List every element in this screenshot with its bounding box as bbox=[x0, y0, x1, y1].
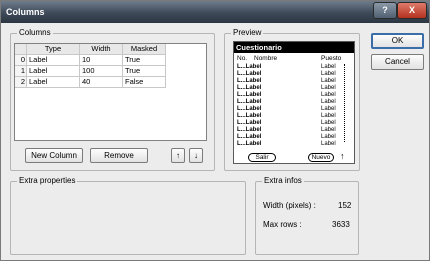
row-index: 0 bbox=[15, 55, 27, 66]
cancel-button[interactable]: Cancel bbox=[371, 54, 424, 70]
preview-row: L...Label Label bbox=[234, 92, 354, 98]
preview-row: L...Label Label bbox=[234, 78, 354, 84]
preview-nuevo-button: Nuevo bbox=[308, 153, 334, 162]
row-type[interactable]: Label bbox=[27, 55, 80, 66]
row-type[interactable]: Label bbox=[27, 77, 80, 88]
row-type[interactable]: Label bbox=[27, 66, 80, 77]
preview-row-left: L...Label bbox=[237, 127, 262, 133]
preview-row-right: Label bbox=[321, 120, 336, 126]
preview-row: L...Label Label bbox=[234, 141, 354, 147]
preview-row-left: L...Label bbox=[237, 134, 262, 140]
preview-row-right: Label bbox=[321, 85, 336, 91]
preview-up-arrow-icon: ↑ bbox=[340, 151, 345, 161]
preview-row-left: L...Label bbox=[237, 120, 262, 126]
row-masked[interactable]: True bbox=[123, 55, 166, 66]
row-index: 1 bbox=[15, 66, 27, 77]
columns-group-label: Columns bbox=[17, 28, 53, 37]
preview-row-right: Label bbox=[321, 78, 336, 84]
preview-row: L...Label Label bbox=[234, 134, 354, 140]
preview-head-no: No. bbox=[237, 55, 248, 62]
preview-row: L...Label Label bbox=[234, 85, 354, 91]
move-up-button[interactable]: ↑ bbox=[171, 148, 185, 163]
table-row[interactable]: 2 Label 40 False bbox=[15, 77, 206, 88]
move-down-button[interactable]: ↓ bbox=[189, 148, 203, 163]
max-rows-value: 3633 bbox=[332, 220, 350, 229]
extra-properties-group: Extra properties bbox=[10, 176, 246, 255]
row-masked[interactable]: True bbox=[123, 66, 166, 77]
preview-row: L...Label Label bbox=[234, 99, 354, 105]
preview-head-puesto: Puesto bbox=[321, 55, 342, 62]
preview-panel: Cuestionario No. Nombre Puesto L...Label… bbox=[233, 41, 355, 164]
preview-row: L...Label Label bbox=[234, 120, 354, 126]
remove-button[interactable]: Remove bbox=[90, 148, 148, 163]
preview-row-right: Label bbox=[321, 106, 336, 112]
extra-infos-label: Extra infos bbox=[262, 176, 304, 185]
preview-row: L...Label Label bbox=[234, 127, 354, 133]
preview-row-left: L...Label bbox=[237, 78, 262, 84]
row-width[interactable]: 100 bbox=[80, 66, 123, 77]
preview-group-label: Preview bbox=[231, 28, 264, 37]
preview-row: L...Label Label bbox=[234, 106, 354, 112]
close-button[interactable]: X bbox=[397, 2, 427, 19]
preview-row-right: Label bbox=[321, 92, 336, 98]
preview-row: L...Label Label bbox=[234, 71, 354, 77]
row-masked[interactable]: False bbox=[123, 77, 166, 88]
title-bar: Columns ? X bbox=[1, 1, 429, 23]
preview-row-right: Label bbox=[321, 141, 336, 147]
extra-infos-group: Extra infos bbox=[255, 176, 359, 255]
new-column-button[interactable]: New Column bbox=[25, 148, 83, 163]
preview-scrollbar bbox=[344, 64, 345, 142]
table-row[interactable]: 1 Label 100 True bbox=[15, 66, 206, 77]
columns-grid[interactable]: Type Width Masked 0 Label 10 True 1 Labe… bbox=[14, 43, 207, 141]
ok-button[interactable]: OK bbox=[371, 33, 424, 49]
width-pixels-value: 152 bbox=[338, 201, 352, 210]
preview-row: L...Label Label bbox=[234, 113, 354, 119]
header-width[interactable]: Width bbox=[80, 44, 123, 55]
preview-row-left: L...Label bbox=[237, 92, 262, 98]
preview-row-right: Label bbox=[321, 71, 336, 77]
help-button[interactable]: ? bbox=[373, 2, 397, 19]
row-width[interactable]: 10 bbox=[80, 55, 123, 66]
columns-dialog: Columns ? X Columns Type Width Masked 0 … bbox=[0, 0, 430, 261]
preview-row-left: L...Label bbox=[237, 85, 262, 91]
width-pixels-label: Width (pixels) : bbox=[263, 201, 316, 210]
window-title: Columns bbox=[6, 7, 45, 17]
preview-head-name: Nombre bbox=[254, 55, 278, 62]
preview-row: L...Label Label bbox=[234, 64, 354, 70]
preview-row-left: L...Label bbox=[237, 99, 262, 105]
preview-title-bar: Cuestionario bbox=[234, 42, 354, 53]
row-index: 2 bbox=[15, 77, 27, 88]
preview-row-right: Label bbox=[321, 113, 336, 119]
preview-row-left: L...Label bbox=[237, 64, 262, 70]
table-row[interactable]: 0 Label 10 True bbox=[15, 55, 206, 66]
preview-row-right: Label bbox=[321, 99, 336, 105]
preview-row-left: L...Label bbox=[237, 106, 262, 112]
row-width[interactable]: 40 bbox=[80, 77, 123, 88]
max-rows-label: Max rows : bbox=[263, 220, 302, 229]
preview-row-right: Label bbox=[321, 134, 336, 140]
grid-header-row: Type Width Masked bbox=[15, 44, 206, 55]
preview-row-right: Label bbox=[321, 64, 336, 70]
header-type[interactable]: Type bbox=[27, 44, 80, 55]
preview-row-left: L...Label bbox=[237, 141, 262, 147]
preview-row-right: Label bbox=[321, 127, 336, 133]
header-index-cell bbox=[15, 44, 27, 55]
header-masked[interactable]: Masked bbox=[123, 44, 166, 55]
extra-properties-label: Extra properties bbox=[17, 176, 78, 185]
preview-row-left: L...Label bbox=[237, 71, 262, 77]
preview-row-left: L...Label bbox=[237, 113, 262, 119]
preview-salir-button: Salir bbox=[248, 153, 276, 162]
